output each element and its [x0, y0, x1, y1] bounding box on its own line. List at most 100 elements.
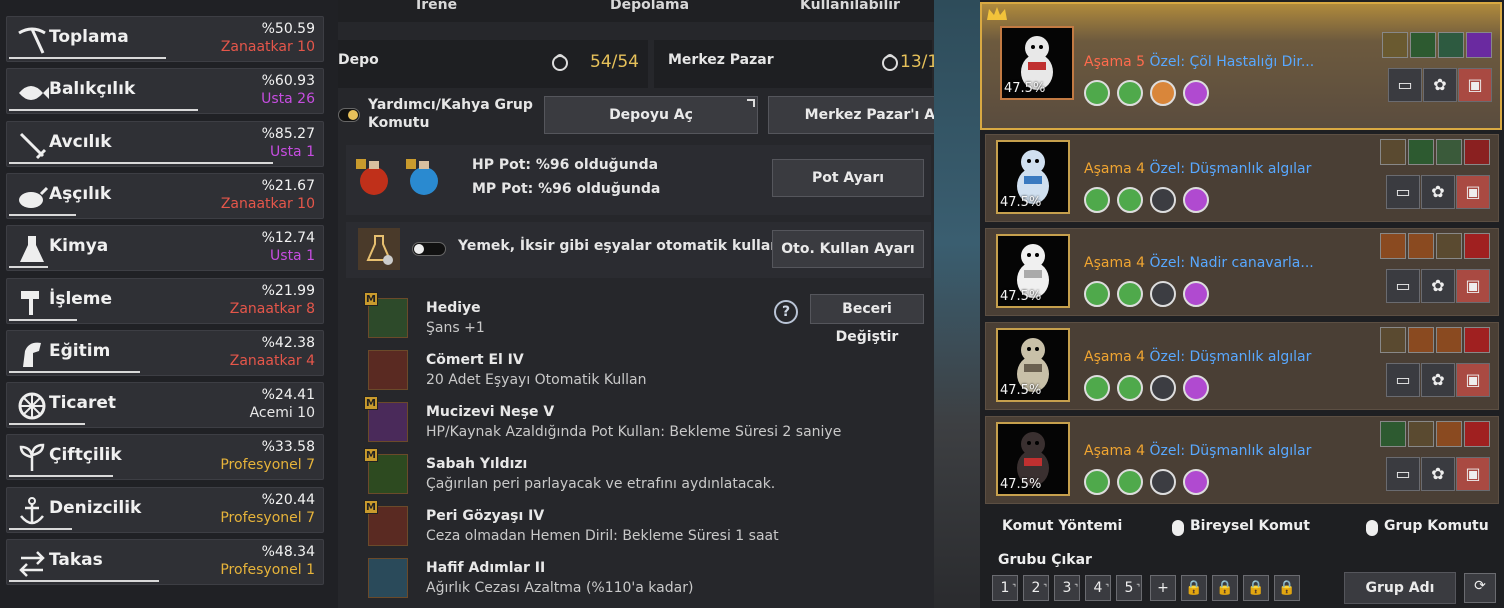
pet-traits	[1084, 281, 1216, 307]
life-skill-1[interactable]: Balıkçılık %60.93 Usta 26	[6, 68, 324, 115]
pet-portrait[interactable]: 47.5%	[996, 140, 1070, 214]
manage-group-name-button[interactable]: Grup Adı Yönet	[1344, 572, 1456, 604]
life-skill-2[interactable]: Avcılık %85.27 Usta 1	[6, 120, 324, 167]
open-depo-button[interactable]: Depoyu Aç	[544, 96, 758, 134]
feed-bowl-icon[interactable]: ▭	[1386, 175, 1420, 209]
paw-icon[interactable]: ✿	[1421, 269, 1455, 303]
skill-percent: %85.27	[261, 125, 315, 142]
mp-potion-icon	[406, 159, 438, 195]
helper-group-toggle[interactable]	[338, 108, 360, 122]
pet-tier-label: Aşama 4	[1084, 255, 1146, 271]
group-number: 5	[1124, 580, 1134, 596]
pet-traits	[1084, 187, 1216, 213]
pet-skill-icon	[1436, 327, 1462, 353]
gift-box-icon[interactable]: ▣	[1456, 175, 1490, 209]
group-command[interactable]: Grup Komutu	[1384, 518, 1489, 534]
plus-icon[interactable]: +	[1150, 575, 1176, 601]
life-skill-6[interactable]: Eğitim %42.38 Zanaatkar 4	[6, 329, 324, 376]
lock-icon[interactable]: 🔒	[1181, 575, 1207, 601]
pet-skill-icon	[1408, 421, 1434, 447]
skill-name: Eğitim	[49, 340, 111, 361]
fairy-skill-icon	[368, 350, 408, 390]
life-skill-8[interactable]: Çiftçilik %33.58 Profesyonel 7	[6, 434, 324, 481]
group-button-5[interactable]: 5 ⌝	[1116, 575, 1142, 601]
pet-card[interactable]: 47.5% Aşama 5 Özel: Çöl Hastalığı Dir... ▭…	[980, 2, 1502, 130]
individual-command[interactable]: Bireysel Komut	[1190, 518, 1310, 534]
auto-use-toggle[interactable]	[412, 242, 446, 256]
hp-pot-text: HP Pot: %96 olduğunda	[472, 157, 659, 173]
lock-icon[interactable]: 🔒	[1274, 575, 1300, 601]
shortcut-icon: ⌝	[1012, 583, 1016, 592]
feed-bowl-icon[interactable]: ▭	[1386, 269, 1420, 303]
skill-percent: %24.41	[261, 387, 315, 404]
pet-special: Özel: Düşmanlık algılar	[1149, 349, 1312, 365]
skill-rank: Zanaatkar 10	[220, 195, 315, 212]
fairy-skill-item[interactable]: Cömert El IV 20 Adet Eşyayı Otomatik Kull…	[368, 348, 908, 396]
pet-card[interactable]: 47.5% Aşama 4 Özel: Düşmanlık algılar ▭ ✿ ▣	[985, 134, 1499, 222]
group-button-1[interactable]: 1 ⌝	[992, 575, 1018, 601]
pet-portrait[interactable]: 47.5%	[996, 328, 1070, 402]
command-row: Komut Yöntemi Bireysel Komut Grup Komutu	[980, 512, 1504, 542]
skill-progress-bar	[9, 109, 198, 112]
gift-box-icon[interactable]: ▣	[1456, 363, 1490, 397]
paw-icon[interactable]: ✿	[1423, 68, 1457, 102]
life-skill-4[interactable]: Kimya %12.74 Usta 1	[6, 225, 324, 272]
feed-bowl-icon[interactable]: ▭	[1386, 457, 1420, 491]
life-skill-0[interactable]: Toplama %50.59 Zanaatkar 10	[6, 16, 324, 62]
life-skill-9[interactable]: Denizcilik %20.44 Profesyonel 7	[6, 486, 324, 533]
pot-row: HP Pot: %96 olduğunda MP Pot: %96 olduğu…	[346, 145, 931, 215]
gift-box-icon[interactable]: ▣	[1456, 457, 1490, 491]
pet-skill-icon	[1464, 421, 1490, 447]
pet-skill-icon	[1408, 233, 1434, 259]
group-button-4[interactable]: 4 ⌝	[1085, 575, 1111, 601]
life-skill-5[interactable]: İşleme %21.99 Zanaatkar 8	[6, 277, 324, 324]
auto-use-settings-button[interactable]: Oto. Kullan Ayarı	[772, 230, 924, 268]
pot-settings-button[interactable]: Pot Ayarı	[772, 159, 924, 197]
life-skill-7[interactable]: Ticaret %24.41 Acemi 10	[6, 382, 324, 429]
skill-name: Çiftçilik	[49, 445, 122, 466]
pet-special: Özel: Düşmanlık algılar	[1149, 161, 1312, 177]
fairy-skill-item[interactable]: M Peri Gözyaşı IV Ceza olmadan Hemen Diril…	[364, 500, 908, 552]
paw-icon[interactable]: ✿	[1421, 175, 1455, 209]
pet-tier: Aşama 4 Özel: Nadir canavarla...	[1084, 255, 1314, 271]
pet-portrait[interactable]: 47.5%	[996, 234, 1070, 308]
fairy-skill-item[interactable]: M Mucizevi Neşe V HP/Kaynak Azaldığında Po…	[364, 396, 908, 448]
skill-percent: %48.34	[261, 544, 315, 560]
mouse-left-icon	[1172, 520, 1184, 536]
pet-skill-icon	[1436, 421, 1462, 447]
fish-icon	[15, 75, 49, 109]
pet-trait-icon	[1117, 187, 1143, 213]
lock-icon[interactable]: 🔒	[1212, 575, 1238, 601]
pet-tier: Aşama 4 Özel: Düşmanlık algılar	[1084, 443, 1311, 459]
pet-card[interactable]: 47.5% Aşama 4 Özel: Nadir canavarla... ▭ ✿ ▣	[985, 228, 1499, 316]
skill-rank: Profesyonel 1	[220, 562, 315, 578]
pet-portrait[interactable]: 47.5%	[996, 422, 1070, 496]
feed-bowl-icon[interactable]: ▭	[1388, 68, 1422, 102]
refresh-icon[interactable]: ⟳	[1464, 573, 1496, 603]
lock-icon[interactable]: 🔒	[1243, 575, 1269, 601]
depo-box: Depo 54/54	[338, 40, 648, 88]
fairy-skill-item[interactable]: M Hediye Şans +1	[364, 292, 908, 344]
rifle-icon	[15, 128, 49, 162]
pet-trait-icon	[1084, 375, 1110, 401]
skill-name: İşleme	[49, 288, 113, 309]
paw-icon[interactable]: ✿	[1421, 363, 1455, 397]
life-skill-10[interactable]: Takas %48.34 Profesyonel 1	[6, 539, 324, 585]
pet-trait-icon	[1183, 469, 1209, 495]
life-skill-3[interactable]: Aşçılık %21.67 Zanaatkar 10	[6, 172, 324, 219]
fairy-skill-item[interactable]: M Sabah Yıldızı Çağırılan peri parlayacak …	[364, 448, 908, 500]
paw-icon[interactable]: ✿	[1421, 457, 1455, 491]
fairy-skill-item[interactable]: Hafif Adımlar II Ağırlık Cezası Azaltma (…	[368, 556, 908, 604]
pet-portrait[interactable]: 47.5%	[1000, 26, 1074, 100]
pet-card[interactable]: 47.5% Aşama 4 Özel: Düşmanlık algılar ▭ ✿ ▣	[985, 416, 1499, 504]
group-button-2[interactable]: 2 ⌝	[1023, 575, 1049, 601]
gift-box-icon[interactable]: ▣	[1458, 68, 1492, 102]
skill-percent: %33.58	[261, 439, 315, 456]
skill-name: Kimya	[49, 236, 109, 257]
pet-card[interactable]: 47.5% Aşama 4 Özel: Düşmanlık algılar ▭ ✿ ▣	[985, 322, 1499, 410]
skill-percent: %21.99	[261, 282, 315, 299]
group-button-3[interactable]: 3 ⌝	[1054, 575, 1080, 601]
feed-bowl-icon[interactable]: ▭	[1386, 363, 1420, 397]
gift-box-icon[interactable]: ▣	[1456, 269, 1490, 303]
shortcut-icon: ⌝	[1074, 583, 1078, 592]
